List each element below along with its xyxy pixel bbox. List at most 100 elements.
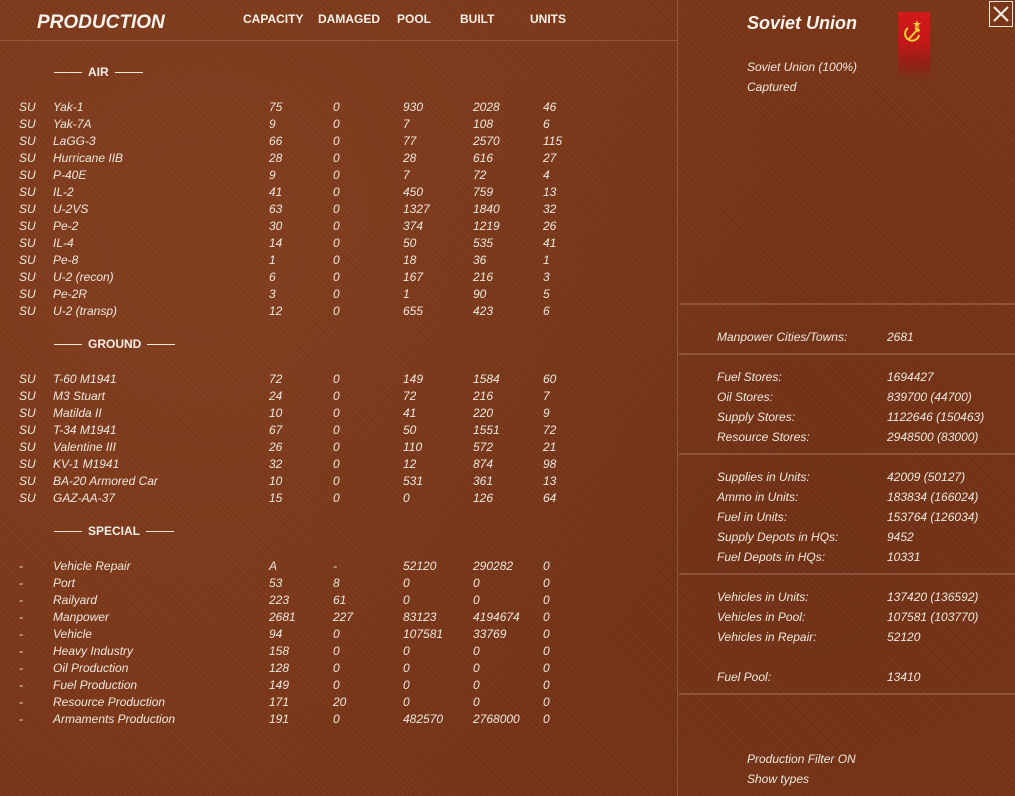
- cell-item: T-34 M1941: [53, 423, 117, 437]
- cell-capacity: 15: [269, 491, 283, 505]
- column-header-built[interactable]: BUILT: [460, 12, 494, 26]
- cell-country: SU: [19, 457, 36, 471]
- cell-country: -: [19, 593, 23, 607]
- table-row[interactable]: - Resource Production 171 20 0 0 0: [0, 695, 670, 712]
- cell-capacity: 75: [269, 100, 283, 114]
- cell-item: Vehicle Repair: [53, 559, 131, 573]
- table-row[interactable]: - Oil Production 128 0 0 0 0: [0, 661, 670, 678]
- cell-capacity: 1: [269, 253, 276, 267]
- table-row[interactable]: SU GAZ-AA-37 15 0 0 126 64: [0, 491, 670, 508]
- table-row[interactable]: SU KV-1 M1941 32 0 12 874 98: [0, 457, 670, 474]
- stat-value: 107581 (103770): [887, 610, 979, 624]
- cell-item: Vehicle: [53, 627, 92, 641]
- table-row[interactable]: SU Hurricane IIB 28 0 28 616 27: [0, 151, 670, 168]
- table-row[interactable]: SU T-34 M1941 67 0 50 1551 72: [0, 423, 670, 440]
- cell-units: 3: [543, 270, 550, 284]
- cell-country: -: [19, 712, 23, 726]
- production-filter-toggle[interactable]: Production Filter ON: [747, 752, 856, 766]
- control-status: Soviet Union (100%): [747, 60, 858, 74]
- stat-value: 52120: [887, 630, 921, 644]
- cell-pool: 0: [403, 576, 410, 590]
- table-row[interactable]: SU U-2 (recon) 6 0 167 216 3: [0, 270, 670, 287]
- close-button[interactable]: [989, 1, 1013, 27]
- table-row[interactable]: SU Matilda II 10 0 41 220 9: [0, 406, 670, 423]
- table-row[interactable]: SU Pe-8 1 0 18 36 1: [0, 253, 670, 270]
- column-header-units[interactable]: UNITS: [530, 12, 566, 26]
- table-row[interactable]: SU BA-20 Armored Car 10 0 531 361 13: [0, 474, 670, 491]
- cell-item: Fuel Production: [53, 678, 138, 692]
- cell-item: Heavy Industry: [53, 644, 134, 658]
- table-row[interactable]: SU IL-2 41 0 450 759 13: [0, 185, 670, 202]
- cell-built: 1219: [473, 219, 500, 233]
- table-row[interactable]: SU Yak-1 75 0 930 2028 46: [0, 100, 670, 117]
- cell-pool: 930: [403, 100, 424, 114]
- cell-units: 72: [543, 423, 557, 437]
- table-row[interactable]: - Railyard 223 61 0 0 0: [0, 593, 670, 610]
- table-row[interactable]: SU Yak-7A 9 0 7 108 6: [0, 117, 670, 134]
- stat-label: Fuel Stores:: [717, 370, 782, 384]
- cell-item: IL-2: [53, 185, 74, 199]
- table-row[interactable]: - Port 53 8 0 0 0: [0, 576, 670, 593]
- cell-country: SU: [19, 440, 36, 454]
- cell-pool: 41: [403, 406, 417, 420]
- cell-item: Pe-8: [53, 253, 79, 267]
- stat-label: Supply Stores:: [717, 410, 796, 424]
- table-row[interactable]: SU Valentine III 26 0 110 572 21: [0, 440, 670, 457]
- stat-label: Fuel Depots in HQs:: [717, 550, 826, 564]
- table-row[interactable]: SU P-40E 9 0 7 72 4: [0, 168, 670, 185]
- table-row[interactable]: - Armaments Production 191 0 482570 2768000 0: [0, 712, 670, 729]
- column-header-capacity[interactable]: CAPACITY: [243, 12, 303, 26]
- cell-units: 0: [543, 644, 550, 658]
- cell-capacity: 28: [269, 151, 283, 165]
- cell-item: Yak-1: [53, 100, 84, 114]
- column-header-damaged[interactable]: DAMAGED: [318, 12, 380, 26]
- table-row[interactable]: SU T-60 M1941 72 0 149 1584 60: [0, 372, 670, 389]
- stat-value: 183834 (166024): [887, 490, 979, 504]
- table-row[interactable]: SU U-2 (transp) 12 0 655 423 6: [0, 304, 670, 321]
- stat-label: Resource Stores:: [717, 430, 810, 444]
- section-title-air: AIR: [48, 65, 149, 79]
- hammer-sickle-icon: [904, 20, 921, 42]
- column-header-pool[interactable]: POOL: [397, 12, 431, 26]
- soviet-flag-icon: [898, 12, 930, 78]
- stat-label: Fuel Pool:: [717, 670, 772, 684]
- table-row[interactable]: - Fuel Production 149 0 0 0 0: [0, 678, 670, 695]
- cell-damaged: 0: [333, 406, 340, 420]
- cell-pool: 7: [403, 168, 410, 182]
- cell-item: M3 Stuart: [53, 389, 106, 403]
- cell-built: 4194674: [473, 610, 520, 624]
- cell-country: SU: [19, 423, 36, 437]
- table-row[interactable]: SU M3 Stuart 24 0 72 216 7: [0, 389, 670, 406]
- cell-units: 0: [543, 559, 550, 573]
- cell-damaged: 0: [333, 270, 340, 284]
- cell-built: 874: [473, 457, 494, 471]
- table-row[interactable]: SU Pe-2R 3 0 1 90 5: [0, 287, 670, 304]
- table-row[interactable]: - Heavy Industry 158 0 0 0 0: [0, 644, 670, 661]
- capture-status: Captured: [747, 80, 797, 94]
- cell-built: 33769: [473, 627, 507, 641]
- table-row[interactable]: SU Pe-2 30 0 374 1219 26: [0, 219, 670, 236]
- cell-item: T-60 M1941: [53, 372, 117, 386]
- table-row[interactable]: - Vehicle Repair A - 52120 290282 0: [0, 559, 670, 576]
- table-row[interactable]: SU LaGG-3 66 0 77 2570 115: [0, 134, 670, 151]
- panel-divider: [677, 0, 678, 796]
- section-title-special: SPECIAL: [48, 524, 180, 538]
- cell-units: 60: [543, 372, 557, 386]
- cell-units: 64: [543, 491, 557, 505]
- table-row[interactable]: - Manpower 2681 227 83123 4194674 0: [0, 610, 670, 627]
- table-row[interactable]: - Vehicle 94 0 107581 33769 0: [0, 627, 670, 644]
- cell-damaged: 0: [333, 185, 340, 199]
- cell-pool: 450: [403, 185, 424, 199]
- cell-built: 108: [473, 117, 494, 131]
- show-types-toggle[interactable]: Show types: [747, 772, 809, 786]
- stat-value: 839700 (44700): [887, 390, 972, 404]
- cell-capacity: 3: [269, 287, 276, 301]
- cell-built: 220: [473, 406, 494, 420]
- table-row[interactable]: SU U-2VS 63 0 1327 1840 32: [0, 202, 670, 219]
- cell-pool: 72: [403, 389, 417, 403]
- table-row[interactable]: SU IL-4 14 0 50 535 41: [0, 236, 670, 253]
- cell-item: GAZ-AA-37: [53, 491, 116, 505]
- stat-label: Vehicles in Pool:: [717, 610, 806, 624]
- cell-pool: 50: [403, 236, 417, 250]
- header-divider: [0, 40, 677, 41]
